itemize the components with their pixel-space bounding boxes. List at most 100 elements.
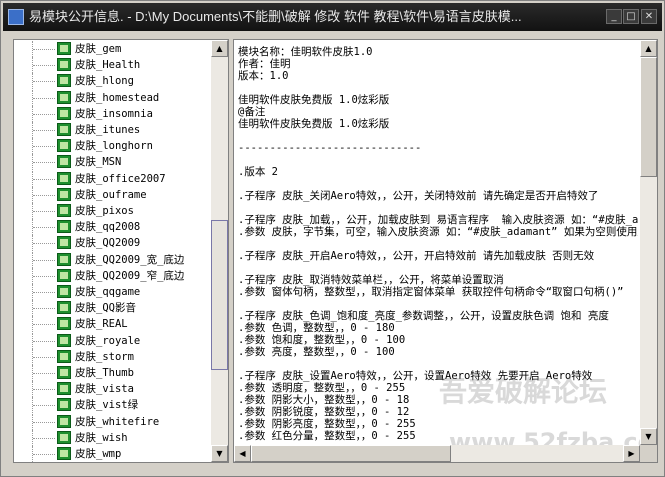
tree-item-label: 皮肤_ouframe [75, 188, 147, 201]
close-button[interactable]: ✕ [641, 9, 657, 24]
tree-item-label: 皮肤_homestead [75, 91, 160, 104]
module-tree[interactable]: 皮肤_gem 皮肤_Health 皮肤_hlong 皮肤_homestead 皮肤_in… [13, 39, 229, 463]
module-info-view[interactable]: 模块名称：佳明软件皮肤1.0 作者：佳明 版本：1.0 佳明软件皮肤免费版 1.0炫彩… [233, 39, 658, 463]
module-icon [57, 123, 71, 136]
tree-item-label: 皮肤_QQ影音 [75, 302, 136, 315]
tree-item-label: 皮肤_pixos [75, 205, 134, 217]
tree-item[interactable]: 皮肤_vist绿 [14, 397, 211, 414]
scroll-thumb[interactable] [211, 220, 228, 370]
scroll-up-arrow-icon[interactable]: ▲ [211, 40, 228, 57]
module-icon [57, 187, 71, 201]
tree-item-label: 皮肤_hlong [75, 75, 134, 88]
text-line: .参数 窗体句柄，整数型，，取消指定窗体菜单 获取控件句柄命令“取窗口句柄()” [238, 286, 624, 298]
scroll-down-arrow-icon[interactable]: ▼ [640, 428, 657, 445]
tree-vertical-scrollbar[interactable]: ▲ ▼ [211, 40, 228, 462]
client-area: 皮肤_gem 皮肤_Health 皮肤_hlong 皮肤_homestead 皮肤_in… [5, 35, 662, 474]
tree-item[interactable]: 皮肤_itunes [14, 122, 211, 138]
scroll-right-arrow-icon[interactable]: ▶ [623, 445, 640, 462]
text-line: .子程序 皮肤_关闭Aero特效，，公开，关闭特效前 请先确定是否开启特效了 [238, 190, 599, 202]
tree-item[interactable]: 皮肤_MSN [14, 154, 211, 171]
tree-item[interactable]: 皮肤_longhorn [14, 138, 211, 155]
tree-connector [32, 348, 56, 365]
tree-item-label: 皮肤_Thumb [75, 367, 134, 379]
title-bar[interactable]: 易模块公开信息. - D:\My Documents\不能删\破解 修改 软件 … [3, 3, 662, 31]
tree-connector [32, 235, 56, 252]
main-window: 易模块公开信息. - D:\My Documents\不能删\破解 修改 软件 … [0, 0, 665, 477]
minimize-button[interactable]: _ [606, 9, 622, 24]
tree-item[interactable]: 皮肤_vista [14, 381, 211, 398]
tree-item[interactable]: 皮肤_Thumb [14, 365, 211, 381]
module-icon [57, 301, 71, 315]
scroll-thumb[interactable] [251, 445, 451, 462]
module-icon [57, 204, 71, 217]
tree-item[interactable]: 皮肤_gem [14, 41, 211, 57]
tree-item[interactable]: 皮肤_office2007 [14, 170, 211, 187]
window-title: 易模块公开信息. - D:\My Documents\不能删\破解 修改 软件 … [29, 9, 522, 24]
tree-item[interactable]: 皮肤_qq2008 [14, 219, 211, 236]
tree-connector [32, 170, 56, 187]
module-icon [57, 58, 71, 72]
tree-item[interactable]: 皮肤_wish [14, 429, 211, 446]
tree-item[interactable]: 皮肤_wmp [14, 446, 211, 462]
tree-item-label: 皮肤_MSN [75, 156, 122, 169]
tree-connector [32, 365, 56, 381]
tree-connector [32, 105, 56, 122]
module-icon [57, 366, 71, 379]
tree-connector [32, 429, 56, 446]
tree-item-label: 皮肤_qq2008 [75, 221, 141, 234]
text-line: 版本：1.0 [238, 70, 289, 82]
text-line: .子程序 皮肤_开启Aero特效，，公开，开启特效前 请先加载皮肤 否则无效 [238, 250, 595, 262]
tree-item[interactable]: 皮肤_homestead [14, 89, 211, 106]
tree-item-label: 皮肤_royale [75, 334, 141, 347]
tree-item-label: 皮肤_office2007 [75, 172, 166, 185]
doc-vertical-scrollbar[interactable]: ▲ ▼ [640, 40, 657, 445]
text-line: .参数 红色分量，整数型，，0 - 255 [238, 430, 416, 442]
module-icon [57, 74, 71, 88]
module-icon [57, 382, 71, 396]
tree-item[interactable]: 皮肤_storm [14, 348, 211, 365]
tree-item[interactable]: 皮肤_ouframe [14, 186, 211, 203]
scroll-down-arrow-icon[interactable]: ▼ [211, 445, 228, 462]
tree-item[interactable]: 皮肤_hlong [14, 73, 211, 90]
tree-connector [32, 57, 56, 74]
tree-item[interactable]: 皮肤_whitefire [14, 413, 211, 430]
tree-connector [32, 41, 56, 57]
tree-connector [32, 219, 56, 236]
tree-item[interactable]: 皮肤_QQ影音 [14, 300, 211, 317]
tree-item[interactable]: 皮肤_royale [14, 332, 211, 349]
tree-item[interactable]: 皮肤_REAL [14, 316, 211, 333]
scroll-up-arrow-icon[interactable]: ▲ [640, 40, 657, 57]
module-icon [57, 236, 71, 250]
tree-item-label: 皮肤_storm [75, 350, 134, 363]
module-tree-list: 皮肤_gem 皮肤_Health 皮肤_hlong 皮肤_homestead 皮肤_in… [14, 40, 211, 462]
tree-item[interactable]: 皮肤_QQ2009_宽_底边 [14, 251, 211, 268]
tree-connector [32, 154, 56, 171]
text-line: ----------------------------- [238, 142, 422, 154]
tree-connector [32, 203, 56, 219]
tree-item-label: 皮肤_QQ2009_宽_底边 [75, 253, 185, 266]
tree-item-label: 皮肤_wish [75, 431, 128, 444]
tree-item-label: 皮肤_whitefire [75, 415, 160, 428]
doc-horizontal-scrollbar[interactable]: ◀ ▶ [234, 445, 640, 462]
tree-item[interactable]: 皮肤_Health [14, 57, 211, 74]
tree-item-label: 皮肤_QQ2009_窄_底边 [75, 269, 185, 282]
module-icon [57, 447, 71, 460]
module-icon [57, 414, 71, 428]
app-icon [8, 9, 24, 25]
module-icon [57, 171, 71, 185]
maximize-button[interactable]: □ [623, 9, 639, 24]
module-icon [57, 90, 71, 104]
tree-item-label: 皮肤_qqgame [75, 286, 141, 298]
scroll-left-arrow-icon[interactable]: ◀ [234, 445, 251, 462]
module-icon [57, 333, 71, 347]
tree-item[interactable]: 皮肤_QQ2009 [14, 235, 211, 252]
tree-item[interactable]: 皮肤_QQ2009_窄_底边 [14, 267, 211, 284]
tree-connector [32, 186, 56, 203]
tree-item[interactable]: 皮肤_pixos [14, 203, 211, 219]
tree-item[interactable]: 皮肤_qqgame [14, 284, 211, 300]
tree-item-label: 皮肤_vista [75, 383, 134, 396]
text-line: .参数 皮肤，字节集，可空，输入皮肤资源 如：“#皮肤_adamant” 如果为… [238, 226, 638, 238]
tree-connector [32, 316, 56, 333]
scroll-thumb[interactable] [640, 57, 657, 177]
tree-item[interactable]: 皮肤_insomnia [14, 105, 211, 122]
